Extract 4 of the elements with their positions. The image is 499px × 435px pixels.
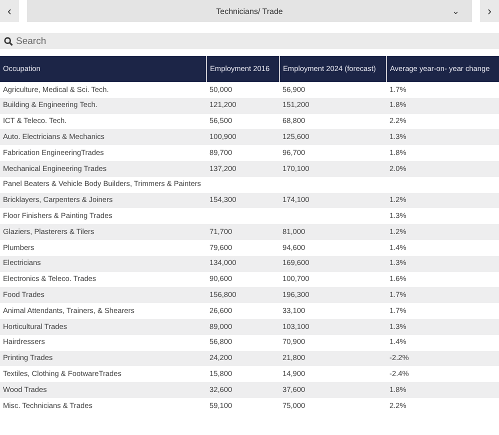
previous-button[interactable]: ‹ xyxy=(0,0,19,22)
next-button[interactable]: › xyxy=(480,0,499,22)
category-dropdown[interactable]: Technicians/ Trade ⌄ xyxy=(27,0,472,22)
search-field[interactable]: Search xyxy=(0,33,499,49)
